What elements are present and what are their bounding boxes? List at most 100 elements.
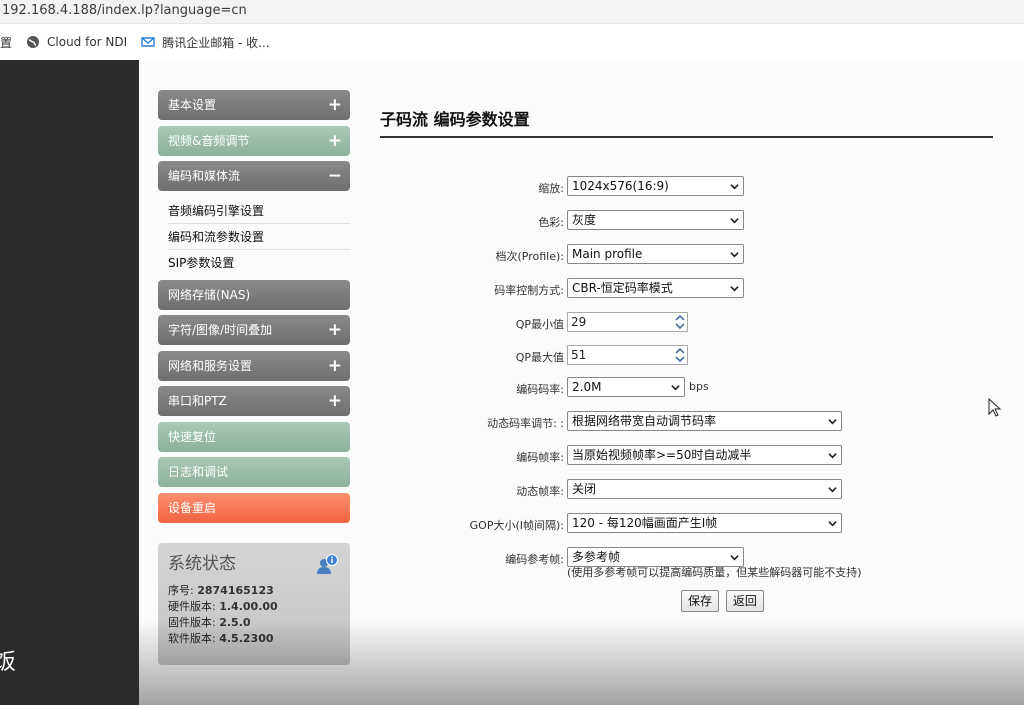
globe-icon: [27, 36, 40, 48]
menu-video-audio[interactable]: 视频&音频调节 +: [158, 125, 350, 156]
dynamic-bitrate-select[interactable]: 根据网络带宽自动调节码率: [567, 411, 842, 431]
stepper-arrows-icon[interactable]: [673, 346, 687, 364]
field-label: 编码参考帧:: [505, 553, 564, 566]
field-label: 档次(Profile):: [495, 250, 565, 263]
profile-select[interactable]: Main profile: [567, 244, 744, 264]
field-scale: 缩放: 1024x576(16:9): [380, 176, 1000, 200]
expand-icon: +: [327, 95, 342, 115]
expand-icon: +: [327, 130, 342, 151]
mail-icon: [141, 37, 155, 47]
field-label: 码率控制方式:: [494, 284, 564, 297]
field-color: 色彩: 灰度: [380, 210, 1000, 234]
bookmark-label: Cloud for NDI: [47, 35, 128, 49]
rate-control-select[interactable]: CBR-恒定码率模式: [567, 278, 744, 298]
url-text: 192.168.4.188/index.lp?language=cn: [2, 3, 247, 18]
qp-min-stepper[interactable]: 29: [567, 312, 688, 332]
bookmark-settings[interactable]: 置: [0, 34, 12, 51]
chevron-down-icon: [730, 555, 739, 561]
menu-encoding-streams[interactable]: 编码和媒体流 −: [158, 161, 350, 191]
menu-nas[interactable]: 网络存储(NAS): [158, 279, 350, 310]
status-title: 系统状态: [168, 554, 236, 574]
encoding-submenu: 音频编码引擎设置 编码和流参数设置 SIP参数设置: [158, 197, 350, 280]
bookmark-tencent-mail[interactable]: 腾讯企业邮箱 - 收...: [141, 34, 270, 51]
chevron-down-icon: [730, 286, 739, 292]
menu-label: 网络存储(NAS): [168, 287, 251, 302]
sidebar-menu: 基本设置 + 视频&音频调节 + 编码和媒体流 − 音频编码引擎设置 编码和流参…: [158, 90, 350, 528]
field-label: QP最小值: [515, 318, 564, 331]
menu-label: 编码和媒体流: [168, 169, 241, 183]
menu-network-services[interactable]: 网络和服务设置 +: [158, 350, 350, 381]
back-button[interactable]: 返回: [725, 590, 764, 612]
menu-label: 字符/图像/时间叠加: [168, 323, 273, 337]
menu-overlay[interactable]: 字符/图像/时间叠加 +: [158, 315, 350, 345]
menu-label: 视频&音频调节: [168, 133, 250, 148]
submenu-encode-stream-params[interactable]: 编码和流参数设置: [168, 224, 350, 250]
menu-label: 设备重启: [168, 500, 217, 515]
menu-serial-ptz[interactable]: 串口和PTZ +: [158, 386, 350, 416]
field-qp-min: QP最小值 29: [380, 312, 1000, 336]
field-label: 编码帧率:: [516, 451, 564, 464]
field-label: 动态码率调节: :: [487, 417, 564, 430]
bitrate-unit: bps: [689, 380, 709, 393]
chevron-down-icon: [671, 385, 680, 391]
collapse-icon: −: [327, 166, 342, 186]
status-software-version: 软件版本: 4.5.2300: [168, 632, 274, 645]
expand-icon: +: [327, 320, 342, 340]
bookmark-label: 置: [0, 35, 13, 50]
frame-rate-select[interactable]: 当原始视频帧率>=50时自动减半: [567, 445, 842, 465]
field-label: 色彩:: [538, 216, 564, 229]
bookmarks-bar: 置 Cloud for NDI 腾讯企业邮箱 - 收...: [0, 24, 1024, 60]
chevron-down-icon: [828, 521, 837, 527]
field-dynamic-frame-rate: 动态帧率: 关闭: [380, 479, 1000, 503]
menu-logs-debug[interactable]: 日志和调试: [158, 457, 350, 487]
chevron-down-icon: [730, 184, 739, 190]
expand-icon: +: [327, 355, 342, 376]
qp-max-stepper[interactable]: 51: [567, 345, 688, 365]
save-button[interactable]: 保存: [681, 590, 720, 612]
submenu-audio-encoder[interactable]: 音频编码引擎设置: [168, 198, 350, 224]
chevron-down-icon: [828, 487, 837, 493]
mouse-cursor-icon: [988, 398, 1002, 417]
menu-device-reboot[interactable]: 设备重启: [158, 492, 350, 523]
menu-label: 串口和PTZ: [168, 394, 227, 408]
color-select[interactable]: 灰度: [567, 210, 744, 230]
bookmark-cloud-for-ndi[interactable]: Cloud for NDI: [26, 35, 127, 49]
title-divider: [380, 136, 993, 138]
chevron-down-icon: [828, 419, 837, 425]
field-bitrate: 编码码率: 2.0M bps: [380, 377, 1000, 401]
user-info-icon: [317, 554, 338, 574]
stepper-arrows-icon[interactable]: [673, 313, 687, 331]
field-gop-size: GOP大小(I帧间隔): 120 - 每120幅画面产生I帧: [380, 513, 1000, 537]
expand-icon: +: [327, 391, 342, 411]
reference-frames-note: (使用多参考帧可以提高编码质量，但某些解码器可能不支持): [567, 566, 862, 579]
menu-label: 网络和服务设置: [168, 358, 253, 373]
dynamic-frame-rate-select[interactable]: 关闭: [567, 479, 842, 499]
form-actions: 保存 返回: [681, 590, 767, 612]
bitrate-control: 2.0M bps: [567, 377, 727, 397]
field-label: GOP大小(I帧间隔):: [469, 519, 564, 532]
gop-size-select[interactable]: 120 - 每120幅画面产生I帧: [567, 513, 842, 533]
field-label: QP最大值: [515, 351, 564, 364]
menu-label: 基本设置: [168, 98, 217, 112]
address-bar[interactable]: 192.168.4.188/index.lp?language=cn: [0, 0, 1024, 24]
menu-basic-settings[interactable]: 基本设置 +: [158, 90, 350, 120]
field-frame-rate: 编码帧率: 当原始视频帧率>=50时自动减半: [380, 445, 1000, 469]
bookmark-label: 腾讯企业邮箱 - 收...: [162, 35, 270, 50]
bitrate-select[interactable]: 2.0M: [567, 377, 685, 397]
status-firmware-version: 固件版本: 2.5.0: [168, 616, 251, 629]
submenu-sip-params[interactable]: SIP参数设置: [168, 250, 350, 276]
field-qp-max: QP最大值 51: [380, 345, 1000, 369]
field-profile: 档次(Profile): Main profile: [380, 244, 1000, 268]
status-serial: 序号: 2874165123: [168, 584, 274, 597]
chevron-down-icon: [730, 218, 739, 224]
left-panel-dark: [0, 60, 139, 705]
chevron-down-icon: [828, 453, 837, 459]
menu-quick-reset[interactable]: 快速复位: [158, 421, 350, 452]
menu-label: 快速复位: [168, 429, 217, 444]
field-label: 编码码率:: [516, 383, 564, 396]
field-label: 缩放:: [538, 182, 564, 195]
field-dynamic-bitrate: 动态码率调节: : 根据网络带宽自动调节码率: [380, 411, 1000, 435]
scale-select[interactable]: 1024x576(16:9): [567, 176, 744, 196]
chevron-down-icon: [730, 252, 739, 258]
device-config-page: 基本设置 + 视频&音频调节 + 编码和媒体流 − 音频编码引擎设置 编码和流参…: [139, 60, 1024, 705]
